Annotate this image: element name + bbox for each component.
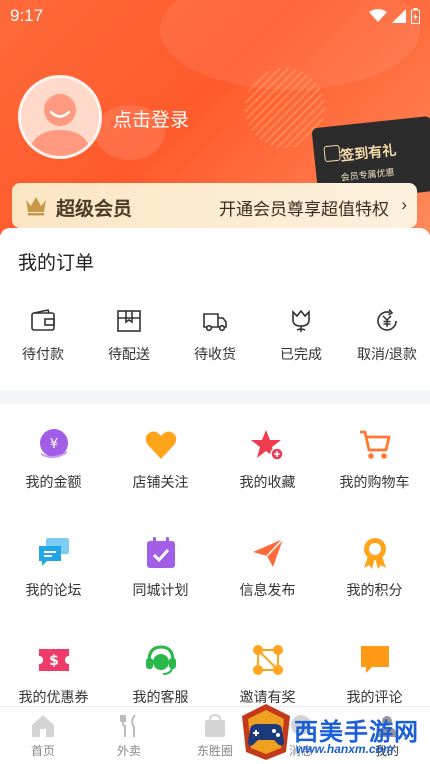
order-pending-receipt[interactable]: 待收货 xyxy=(172,308,258,364)
yuan-coin-icon: ¥ xyxy=(39,429,68,458)
service-invite[interactable]: 邀请有奖 xyxy=(214,643,321,707)
comment-icon xyxy=(360,646,389,673)
service-label: 同城计划 xyxy=(132,582,189,598)
nav-label: 东胜圈 xyxy=(196,744,233,758)
vip-title: 超级会员 xyxy=(56,199,133,220)
order-pending-delivery[interactable]: 待配送 xyxy=(86,308,172,364)
vip-banner[interactable]: 超级会员 开通会员尊享超值特权 › xyxy=(12,183,417,228)
status-icons xyxy=(369,8,420,24)
service-label: 我的优惠券 xyxy=(18,689,89,705)
service-label: 信息发布 xyxy=(239,582,296,598)
wallet-icon xyxy=(31,309,55,331)
medal-icon xyxy=(363,538,386,569)
login-link[interactable]: 点击登录 xyxy=(113,105,189,132)
service-balance[interactable]: ¥ 我的金额 xyxy=(0,428,107,492)
order-label: 待收货 xyxy=(194,346,236,362)
order-completed[interactable]: 已完成 xyxy=(258,308,344,364)
service-label: 我的积分 xyxy=(346,582,403,598)
crown-icon xyxy=(26,197,46,216)
paper-plane-icon xyxy=(252,538,284,567)
network-icon xyxy=(252,645,283,675)
status-time: 9:17 xyxy=(10,6,44,25)
order-label: 待付款 xyxy=(22,346,64,362)
service-label: 我的金额 xyxy=(25,474,82,490)
service-points[interactable]: 我的积分 xyxy=(321,536,428,600)
service-store-follow[interactable]: 店铺关注 xyxy=(107,428,214,492)
home-icon xyxy=(32,715,54,737)
cutlery-icon xyxy=(120,714,136,737)
truck-icon xyxy=(203,313,227,332)
gamepad-logo-icon xyxy=(242,704,290,760)
nav-takeout[interactable]: 外卖 xyxy=(86,713,172,760)
battery-icon xyxy=(411,8,420,24)
service-label: 店铺关注 xyxy=(132,474,189,490)
chevron-right-icon: › xyxy=(401,195,407,214)
nav-label: 首页 xyxy=(30,744,55,758)
service-forum[interactable]: 我的论坛 xyxy=(0,536,107,600)
calendar-check-icon xyxy=(146,537,175,568)
orders-section: 我的订单 待付款 待配送 待收货 已完成 取消/退款 xyxy=(0,228,430,390)
service-cart[interactable]: 我的购物车 xyxy=(321,428,428,492)
order-refund[interactable]: 取消/退款 xyxy=(344,308,430,364)
service-label: 我的论坛 xyxy=(25,582,82,598)
gift-icon xyxy=(323,144,341,163)
bag-icon xyxy=(205,713,225,737)
service-label: 我的购物车 xyxy=(339,474,410,490)
service-local-plan[interactable]: 同城计划 xyxy=(107,536,214,600)
heart-icon xyxy=(145,431,176,459)
order-label: 待配送 xyxy=(108,346,150,362)
service-favorites[interactable]: 我的收藏 xyxy=(214,428,321,492)
orders-title: 我的订单 xyxy=(18,253,95,274)
watermark-url: www.hanxm.com xyxy=(296,742,394,756)
order-label: 已完成 xyxy=(280,346,322,362)
star-plus-icon xyxy=(250,430,284,461)
refund-icon xyxy=(377,308,397,331)
order-label: 取消/退款 xyxy=(357,346,417,362)
service-coupons[interactable]: $ 我的优惠券 xyxy=(0,643,107,707)
status-bar: 9:17 xyxy=(0,0,430,30)
service-support[interactable]: 我的客服 xyxy=(107,643,214,707)
wifi-icon xyxy=(369,9,387,22)
cart-icon xyxy=(359,430,390,459)
package-icon xyxy=(117,310,141,332)
service-reviews[interactable]: 我的评论 xyxy=(321,643,428,707)
checkin-subtitle: 会员专属优惠 xyxy=(340,167,395,183)
site-watermark: 西美手游网 www.hanxm.com xyxy=(240,702,430,764)
default-avatar-icon xyxy=(27,94,93,156)
service-label: 我的收藏 xyxy=(239,474,296,490)
chat-bubbles-icon xyxy=(38,538,69,566)
checkin-title: 签到有礼 xyxy=(339,141,397,164)
svg-text:¥: ¥ xyxy=(49,437,57,452)
nav-label: 外卖 xyxy=(116,744,141,758)
service-publish[interactable]: 信息发布 xyxy=(214,536,321,600)
nav-home[interactable]: 首页 xyxy=(0,713,86,760)
section-divider xyxy=(0,390,430,404)
tulip-icon xyxy=(292,309,310,332)
service-label: 我的客服 xyxy=(132,689,189,705)
cell-signal-icon xyxy=(392,9,406,23)
order-pending-payment[interactable]: 待付款 xyxy=(0,308,86,364)
coupon-icon: $ xyxy=(38,649,69,671)
avatar[interactable] xyxy=(18,75,102,159)
headset-icon xyxy=(145,645,176,675)
svg-text:$: $ xyxy=(49,653,59,669)
vip-promo: 开通会员尊享超值特权 xyxy=(219,200,389,219)
